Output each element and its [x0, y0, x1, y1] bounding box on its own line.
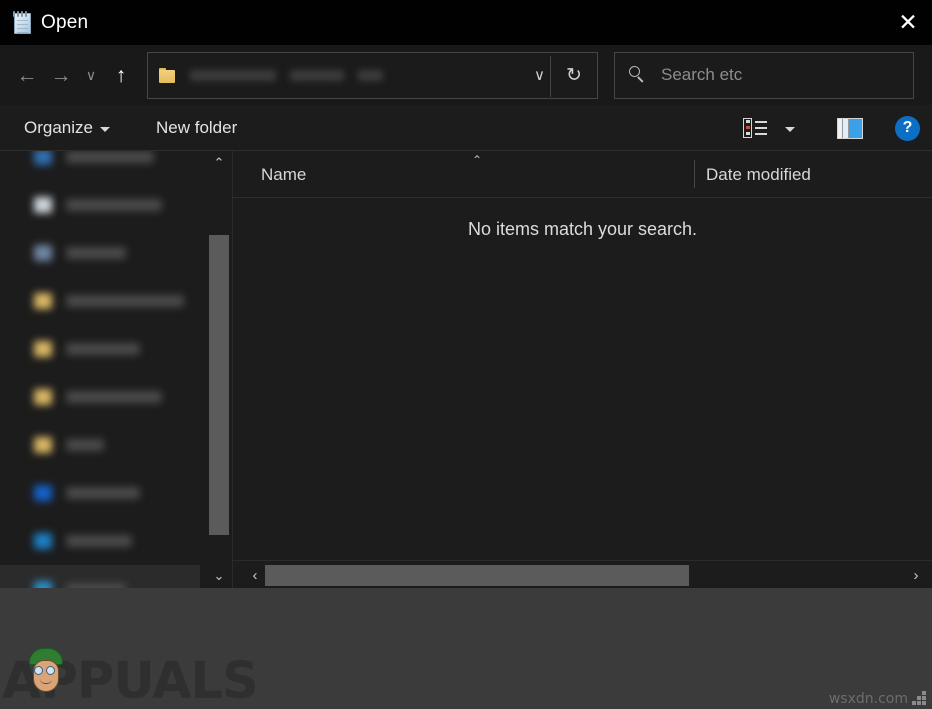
forward-button[interactable]: →	[44, 55, 78, 95]
breadcrumb-segment[interactable]	[290, 70, 344, 81]
sidebar-item[interactable]	[0, 421, 200, 469]
recent-locations-icon[interactable]: ∨	[78, 55, 104, 95]
help-button[interactable]: ?	[895, 116, 920, 141]
scroll-left-icon[interactable]: ‹	[243, 561, 267, 589]
wsxdn-watermark-grid-icon	[912, 691, 926, 705]
chevron-down-icon[interactable]: ∨	[534, 66, 545, 84]
column-header: ⌃ Name Date modified	[233, 151, 932, 198]
folder-icon	[159, 68, 176, 83]
breadcrumb-segment[interactable]	[358, 70, 383, 81]
view-options-caret[interactable]	[777, 124, 803, 132]
column-header-date-modified[interactable]: Date modified	[706, 165, 811, 185]
search-icon	[629, 66, 647, 84]
sidebar-item[interactable]	[0, 277, 200, 325]
back-button[interactable]: ←	[10, 55, 44, 95]
sidebar-item[interactable]	[0, 517, 200, 565]
column-header-name[interactable]: Name	[261, 165, 306, 185]
file-list-pane: ⌃ Name Date modified No items match your…	[233, 151, 932, 588]
breadcrumb[interactable]	[190, 70, 383, 81]
empty-state-message: No items match your search.	[233, 219, 932, 240]
new-folder-button[interactable]: New folder	[146, 112, 247, 144]
preview-pane-icon[interactable]	[837, 118, 863, 139]
search-placeholder: Search etc	[661, 65, 742, 85]
search-input[interactable]: Search etc	[614, 52, 914, 99]
dialog-footer: File name: ∨ Encoding: Auto-Detect ∨ Tex…	[0, 588, 932, 709]
sidebar-item[interactable]	[0, 469, 200, 517]
wsxdn-watermark: wsxdn.com	[829, 691, 926, 707]
title-bar: Open ✕	[0, 0, 932, 45]
scroll-right-icon[interactable]: ›	[904, 561, 928, 589]
file-list-hscrollbar[interactable]: ‹ ›	[233, 560, 932, 588]
main-area: ⌃ ⌄ ⌃ Name Date modified No items match …	[0, 151, 932, 588]
command-bar-right: ?	[741, 105, 920, 151]
open-file-dialog: Open ✕ ← → ∨ ↑ ∨ ↻ Search etc	[0, 0, 932, 709]
notepad-icon	[11, 11, 33, 35]
navigation-pane-list	[0, 151, 200, 588]
sort-indicator-icon: ⌃	[472, 153, 482, 167]
scroll-up-icon[interactable]: ⌃	[207, 151, 231, 175]
up-button[interactable]: ↑	[104, 55, 138, 95]
refresh-icon[interactable]: ↻	[551, 53, 597, 98]
scroll-down-icon[interactable]: ⌄	[207, 564, 231, 588]
sidebar-item[interactable]	[0, 181, 200, 229]
command-bar: Organize New folder ?	[0, 105, 932, 151]
hscrollbar-thumb[interactable]	[265, 565, 689, 586]
chevron-down-icon	[100, 127, 110, 132]
organize-button[interactable]: Organize	[14, 112, 120, 144]
breadcrumb-segment[interactable]	[190, 70, 276, 81]
wsxdn-watermark-text: wsxdn.com	[829, 691, 908, 707]
scrollbar-thumb[interactable]	[209, 235, 229, 535]
sidebar-item[interactable]	[0, 373, 200, 421]
window-title: Open	[41, 12, 88, 34]
navigation-pane	[0, 151, 200, 588]
sidebar-item[interactable]	[0, 151, 200, 181]
sidebar-item[interactable]	[0, 325, 200, 373]
new-folder-label: New folder	[156, 118, 237, 138]
organize-label: Organize	[24, 118, 93, 138]
address-bar[interactable]: ∨ ↻	[147, 52, 598, 99]
navigation-bar: ← → ∨ ↑ ∨ ↻ Search etc	[0, 45, 932, 105]
divider	[694, 160, 695, 188]
sidebar-scrollbar[interactable]: ⌃ ⌄	[207, 151, 231, 588]
close-icon[interactable]: ✕	[884, 0, 932, 45]
view-options-icon[interactable]	[741, 117, 769, 139]
sidebar-item[interactable]	[0, 229, 200, 277]
sidebar-item-selected[interactable]	[0, 565, 200, 588]
